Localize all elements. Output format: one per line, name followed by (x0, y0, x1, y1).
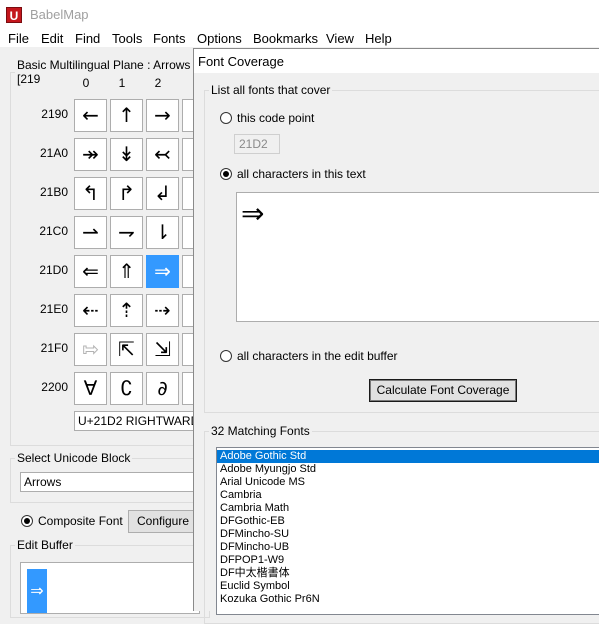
title-bar: U BabelMap (0, 0, 599, 28)
font-list-item[interactable]: Cambria (217, 489, 599, 502)
app-icon: U (6, 7, 22, 23)
char-cell[interactable]: ↡ (110, 138, 143, 171)
radio-dot (223, 171, 229, 177)
menu-options[interactable]: Options (197, 31, 242, 46)
font-list-item[interactable]: DF中太楷書体 (217, 567, 599, 580)
row-header: 21E0 (39, 302, 68, 316)
calculate-font-coverage-button[interactable]: Calculate Font Coverage (369, 379, 517, 402)
menu-file[interactable]: File (8, 31, 29, 46)
char-cell[interactable]: ∀ (74, 372, 107, 405)
edit-buffer-radio[interactable] (220, 350, 232, 362)
text-label: all characters in this text (237, 167, 366, 181)
char-cell-selected[interactable]: ⇒ (146, 255, 179, 288)
char-cell[interactable]: ↲ (146, 177, 179, 210)
char-cell[interactable]: ∁ (110, 372, 143, 405)
char-cell[interactable]: ↑ (110, 99, 143, 132)
radio-dot (24, 518, 30, 524)
font-list-item[interactable]: DFMincho-UB (217, 541, 599, 554)
matching-fonts-legend: 32 Matching Fonts (211, 424, 310, 438)
row-header: 21B0 (39, 185, 68, 199)
char-cell[interactable]: ↰ (74, 177, 107, 210)
composite-font-radio[interactable] (21, 515, 33, 527)
unicode-block-legend: Select Unicode Block (17, 451, 131, 465)
row-header: 21A0 (39, 146, 68, 160)
font-list-item[interactable]: DFPOP1-W9 (217, 554, 599, 567)
column-header: 0 (82, 76, 90, 90)
char-cell[interactable]: ⇲ (146, 333, 179, 366)
font-list-item[interactable]: Arial Unicode MS (217, 476, 599, 489)
coverage-text-content: ⇒ (241, 197, 265, 230)
char-cell[interactable]: ⇰ (74, 333, 107, 366)
coverage-text-area[interactable]: ⇒ (236, 192, 599, 322)
menu-help[interactable]: Help (365, 31, 392, 46)
char-cell[interactable]: ⇐ (74, 255, 107, 288)
font-list-item-selected[interactable]: Adobe Gothic Std (217, 450, 599, 463)
dialog-title: Font Coverage (198, 54, 284, 69)
edit-buffer-char[interactable]: ⇒ (27, 569, 47, 613)
font-list-item[interactable]: Euclid Symbol (217, 580, 599, 593)
char-cell[interactable]: ↱ (110, 177, 143, 210)
row-header: 21D0 (39, 263, 68, 277)
menu-bookmarks[interactable]: Bookmarks (253, 31, 318, 46)
menu-tools[interactable]: Tools (112, 31, 142, 46)
char-cell[interactable]: ⇂ (146, 216, 179, 249)
composite-font-label: Composite Font (38, 514, 123, 528)
char-cell[interactable]: ⇑ (110, 255, 143, 288)
edit-buffer-legend: Edit Buffer (17, 538, 73, 552)
unicode-block-select[interactable]: Arrows (20, 472, 200, 492)
code-point-label: this code point (237, 111, 315, 125)
char-cell[interactable]: ↠ (74, 138, 107, 171)
char-cell[interactable]: ∂ (146, 372, 179, 405)
column-header: 1 (118, 76, 126, 90)
coverage-options-legend: List all fonts that cover (211, 83, 331, 97)
menu-view[interactable]: View (326, 31, 354, 46)
row-header: 2190 (41, 107, 68, 121)
dialog-title-bar: Font Coverage (193, 48, 599, 73)
column-header: 2 (154, 76, 162, 90)
char-cell[interactable]: ⇁ (110, 216, 143, 249)
char-cell[interactable]: ← (74, 99, 107, 132)
char-cell[interactable]: ⇀ (74, 216, 107, 249)
character-name-field: U+21D2 RIGHTWARDS (74, 411, 204, 431)
char-cell[interactable]: ⇢ (146, 294, 179, 327)
char-cell[interactable]: ⇱ (110, 333, 143, 366)
text-radio[interactable] (220, 168, 232, 180)
char-cell[interactable]: ⇠ (74, 294, 107, 327)
code-point-radio[interactable] (220, 112, 232, 124)
font-list-item[interactable]: Kozuka Gothic Pr6N (217, 593, 599, 606)
font-list-item[interactable]: Cambria Math (217, 502, 599, 515)
row-header: 21C0 (39, 224, 68, 238)
font-list-item[interactable]: DFMincho-SU (217, 528, 599, 541)
font-list-item[interactable]: Adobe Myungjo Std (217, 463, 599, 476)
edit-buffer-option-label: all characters in the edit buffer (237, 349, 398, 363)
char-cell[interactable]: → (146, 99, 179, 132)
menu-edit[interactable]: Edit (41, 31, 63, 46)
char-cell[interactable]: ⇡ (110, 294, 143, 327)
app-title: BabelMap (30, 7, 89, 22)
font-list-item[interactable]: DFGothic-EB (217, 515, 599, 528)
configure-button[interactable]: Configure (128, 510, 198, 533)
matching-fonts-list[interactable]: Adobe Gothic Std Adobe Myungjo Std Arial… (216, 447, 599, 615)
menu-fonts[interactable]: Fonts (153, 31, 186, 46)
edit-buffer-area[interactable]: ⇒ (20, 562, 200, 614)
menu-find[interactable]: Find (75, 31, 100, 46)
char-cell[interactable]: ↢ (146, 138, 179, 171)
code-point-field[interactable]: 21D2 (234, 134, 280, 154)
menu-bar: File Edit Find Tools Fonts Options Bookm… (0, 28, 599, 48)
row-header: 21F0 (40, 341, 68, 355)
row-header: 2200 (41, 380, 68, 394)
